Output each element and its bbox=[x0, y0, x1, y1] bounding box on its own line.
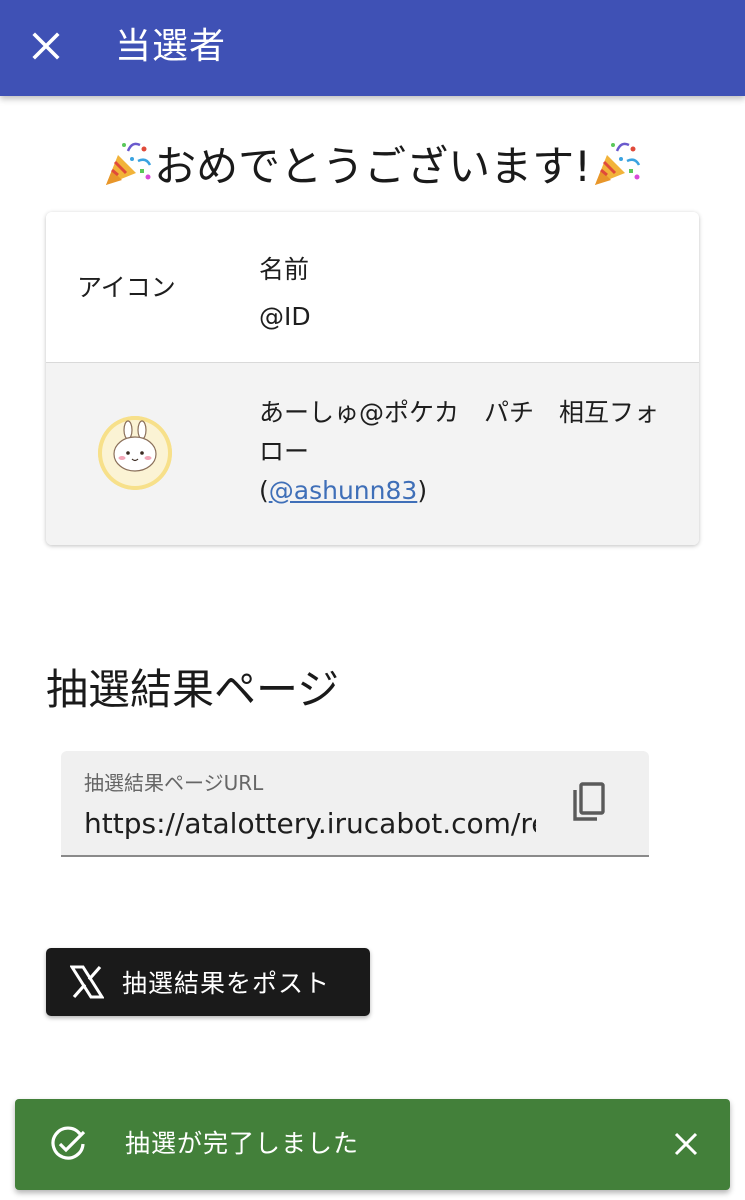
winner-id-open: ( bbox=[259, 476, 269, 505]
column-header-name-label: 名前 bbox=[259, 255, 310, 284]
result-url-input[interactable] bbox=[84, 803, 536, 843]
winner-dialog: 当選者 おめでとうございます! アイコン 名前 @ID あーしゅ@ポケカ パチ … bbox=[0, 0, 745, 1200]
winner-name: あーしゅ@ポケカ パチ 相互フォロー bbox=[259, 398, 660, 466]
result-section-title: 抽選結果ページ bbox=[46, 665, 340, 714]
check-circle-icon bbox=[51, 1126, 86, 1160]
winner-name-cell: あーしゅ@ポケカ パチ 相互フォロー (@ashunn83) bbox=[259, 393, 669, 510]
party-popper-icon bbox=[106, 142, 152, 185]
copy-icon bbox=[573, 782, 605, 821]
winner-id-link[interactable]: @ashunn83 bbox=[269, 476, 418, 505]
avatar bbox=[98, 416, 172, 490]
congrats-text: おめでとうございます! bbox=[154, 141, 591, 191]
party-popper-icon bbox=[594, 142, 641, 185]
completion-snackbar: 抽選が完了しました bbox=[15, 1099, 730, 1190]
snackbar-close-button[interactable] bbox=[667, 1125, 705, 1163]
column-header-id-label: @ID bbox=[259, 302, 311, 331]
dialog-title: 当選者 bbox=[115, 26, 227, 67]
column-header-icon: アイコン bbox=[77, 273, 176, 302]
post-result-button[interactable]: 抽選結果をポスト bbox=[46, 948, 370, 1016]
result-url-label: 抽選結果ページURL bbox=[84, 771, 264, 795]
copy-button[interactable] bbox=[561, 775, 617, 831]
app-bar: 当選者 bbox=[0, 0, 745, 96]
snackbar-message: 抽選が完了しました bbox=[125, 1129, 360, 1158]
table-row: あーしゅ@ポケカ パチ 相互フォロー (@ashunn83) bbox=[46, 363, 699, 545]
avatar-icon bbox=[98, 416, 172, 490]
close-icon bbox=[674, 1132, 698, 1156]
column-header-name: 名前 @ID bbox=[259, 246, 311, 340]
result-url-field: 抽選結果ページURL bbox=[61, 751, 649, 857]
winner-id-close: ) bbox=[417, 476, 428, 505]
x-logo-icon bbox=[70, 965, 104, 999]
table-header: アイコン 名前 @ID bbox=[46, 212, 699, 363]
close-button[interactable] bbox=[22, 22, 70, 70]
close-icon bbox=[32, 32, 60, 60]
congrats-headline: おめでとうございます! bbox=[0, 132, 745, 194]
winner-table: アイコン 名前 @ID あーしゅ@ポケカ パチ 相互フォロー (@ashunn8… bbox=[46, 212, 699, 545]
post-result-label: 抽選結果をポスト bbox=[122, 969, 331, 998]
